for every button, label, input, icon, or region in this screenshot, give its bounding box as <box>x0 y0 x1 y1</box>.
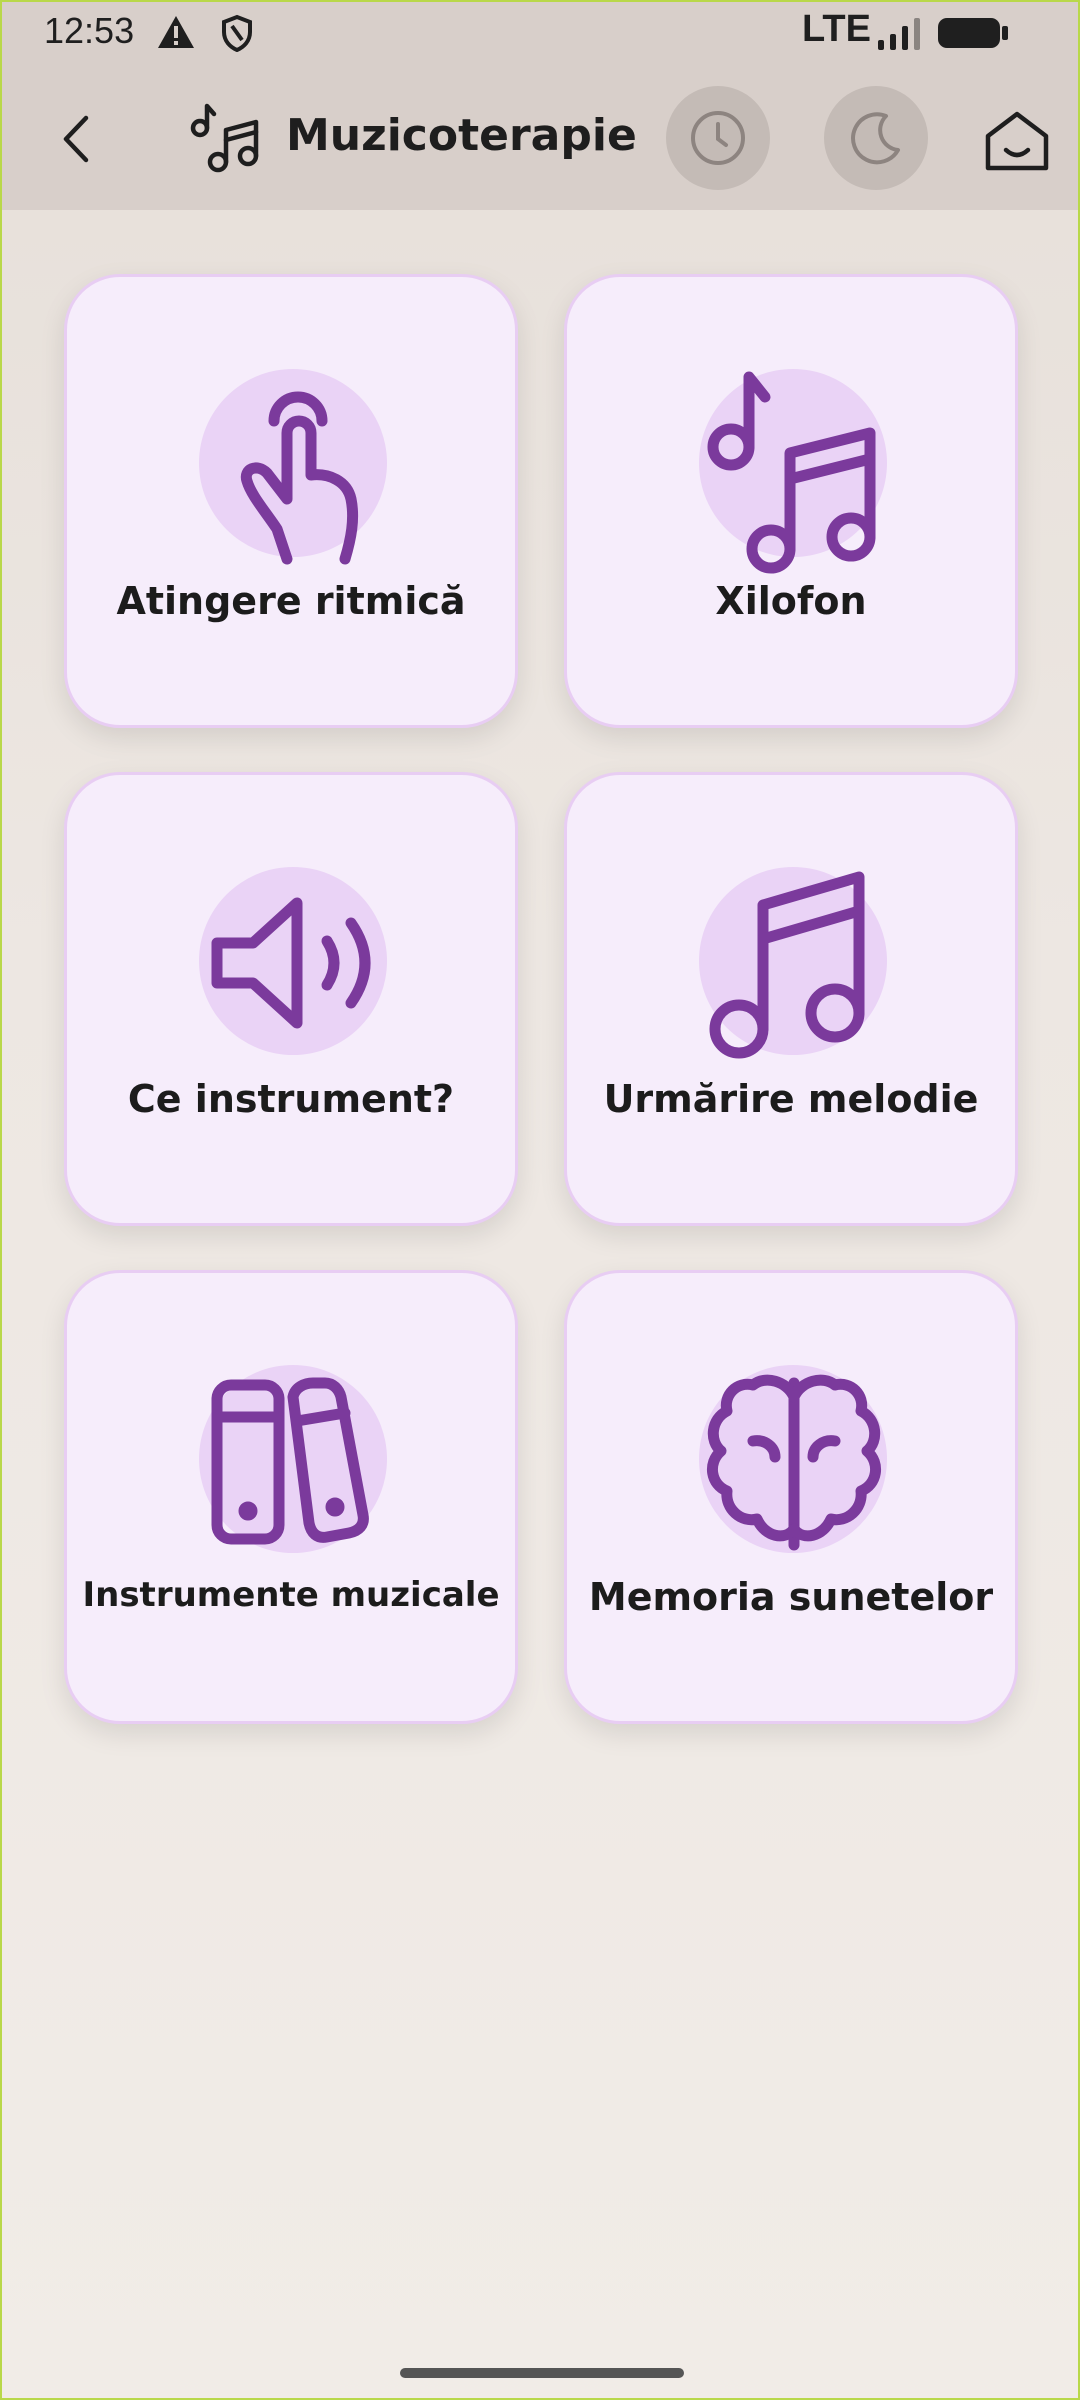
back-button[interactable] <box>42 104 112 174</box>
signal-icon <box>878 18 920 50</box>
card-label: Atingere ritmică <box>116 579 466 623</box>
home-icon <box>985 111 1049 171</box>
history-button[interactable] <box>666 86 770 190</box>
card-label: Ce instrument? <box>127 1077 455 1121</box>
music-note-icon <box>709 871 865 1059</box>
card-instrumente-muzicale[interactable]: Instrumente muzicale <box>64 1270 518 1724</box>
network-type: LTE <box>802 8 871 50</box>
back-arrow-icon <box>63 115 89 163</box>
brain-icon <box>707 1374 881 1551</box>
speaker-icon <box>211 897 371 1029</box>
card-label: Urmărire melodie <box>603 1077 979 1121</box>
app-bar: Muzicoterapie <box>2 64 1078 210</box>
clock-icon <box>691 111 745 165</box>
card-label: Memoria sunetelor <box>588 1575 994 1619</box>
status-time: 12:53 <box>44 10 135 51</box>
moon-icon <box>851 112 900 165</box>
card-xilofon[interactable]: Xilofon <box>564 274 1018 728</box>
card-label: Instrumente muzicale <box>82 1575 500 1615</box>
gesture-nav-handle[interactable] <box>400 2368 684 2378</box>
status-bar: 12:53 LTE <box>2 2 1078 64</box>
card-memoria-sunetelor[interactable]: Memoria sunetelor <box>564 1270 1018 1724</box>
card-atingere-ritmica[interactable]: Atingere ritmică <box>64 274 518 728</box>
night-mode-button[interactable] <box>824 86 928 190</box>
home-button[interactable] <box>982 106 1052 176</box>
shield-icon <box>222 14 252 52</box>
battery-icon <box>938 18 1008 48</box>
alert-icon <box>158 16 194 48</box>
tap-hand-icon <box>240 391 359 565</box>
card-urmarire-melodie[interactable]: Urmărire melodie <box>564 772 1018 1226</box>
music-notes-icon <box>707 371 876 574</box>
card-ce-instrument[interactable]: Ce instrument? <box>64 772 518 1226</box>
instruments-icon <box>211 1377 369 1545</box>
page-title: Muzicoterapie <box>286 110 637 161</box>
card-label: Xilofon <box>715 579 867 623</box>
music-notes-icon <box>190 103 259 173</box>
